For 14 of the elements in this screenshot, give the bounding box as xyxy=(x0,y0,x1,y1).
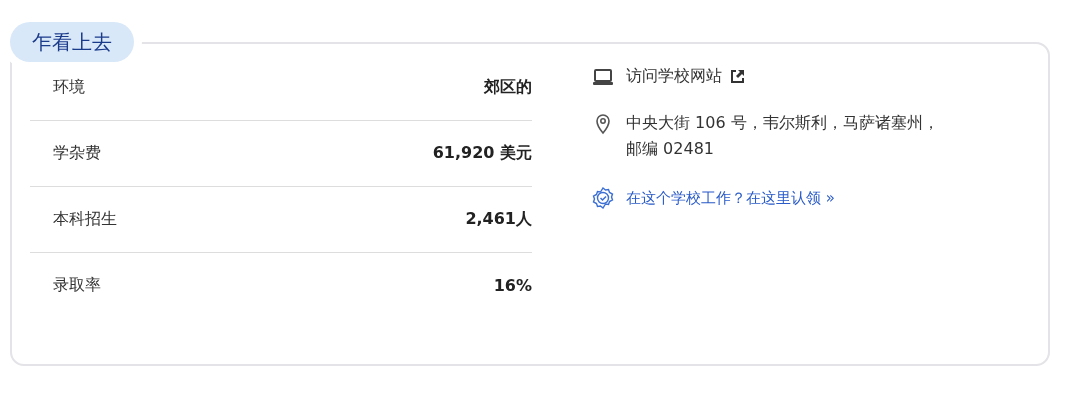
fact-label: 学杂费 xyxy=(53,142,101,164)
fact-value: 16% xyxy=(493,275,532,295)
fact-value: 61,920 美元 xyxy=(432,142,532,164)
external-link-icon xyxy=(730,69,745,84)
claim-link[interactable]: 在这个学校工作？在这里认领 » xyxy=(626,188,835,208)
fact-value: 郊区的 xyxy=(484,76,532,98)
website-link[interactable]: 访问学校网站 xyxy=(626,66,722,87)
address-text: 中央大街 106 号，韦尔斯利，马萨诸塞州，邮编 02481 xyxy=(626,112,940,160)
verified-badge-icon xyxy=(592,187,614,210)
fact-value: 2,461人 xyxy=(465,208,532,230)
fact-label: 录取率 xyxy=(53,274,101,296)
fact-label: 环境 xyxy=(53,76,85,98)
laptop-icon xyxy=(592,67,614,86)
fact-label: 本科招生 xyxy=(53,208,117,230)
